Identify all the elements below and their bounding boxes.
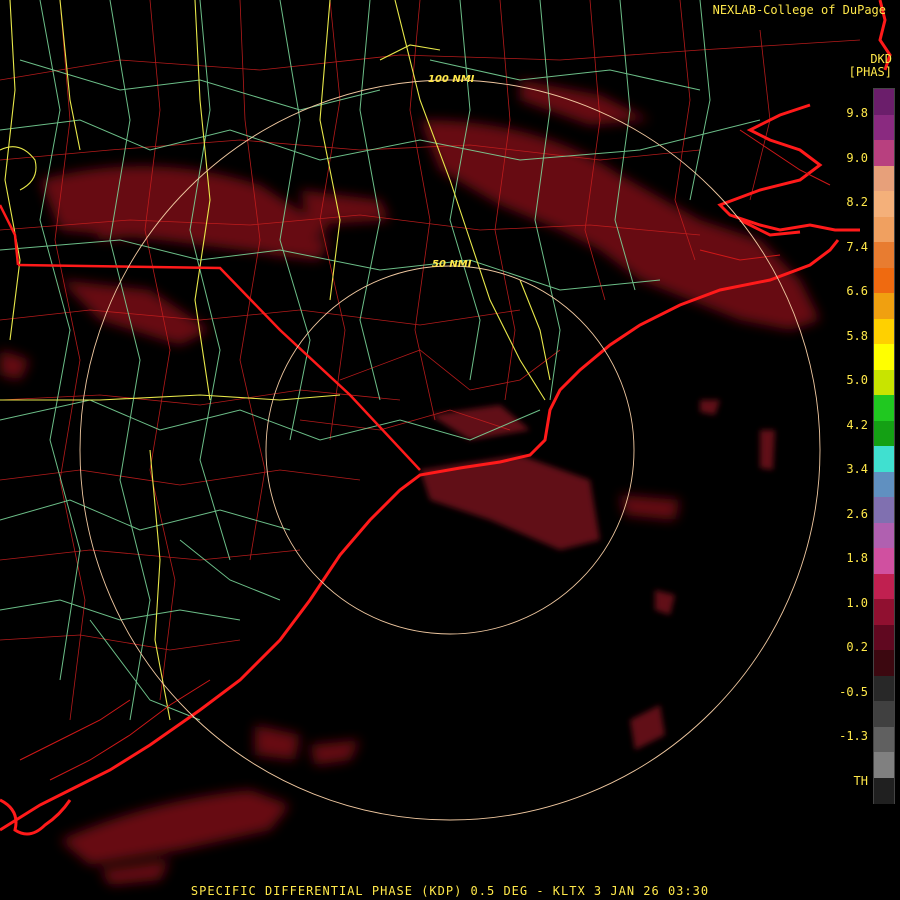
color-scale-label: 3.4	[846, 462, 868, 476]
color-scale-segment	[874, 446, 894, 472]
product-label: DKD [PHAS]	[849, 53, 892, 79]
color-scale-segment	[874, 242, 894, 268]
color-scale-label: 7.4	[846, 239, 868, 254]
color-scale-segment	[874, 599, 894, 625]
color-scale-segment	[874, 471, 894, 498]
color-scale-segment	[874, 624, 894, 651]
color-scale-segment	[874, 395, 894, 421]
county-lines	[0, 0, 861, 721]
color-scale-segment	[874, 216, 894, 243]
state-boundary-west	[0, 204, 20, 266]
color-scale-segment	[874, 522, 894, 549]
color-scale-label: 2.6	[846, 506, 868, 521]
color-scale-label: 5.8	[846, 328, 868, 343]
color-scale-label: -1.3	[839, 729, 868, 743]
range-ring-50	[265, 265, 635, 635]
color-scale-bar	[873, 88, 895, 804]
color-scale-label: 9.8	[846, 106, 868, 120]
major-highways	[0, 0, 551, 721]
color-scale-label: 9.0	[846, 150, 868, 165]
color-scale-segment	[874, 344, 894, 370]
color-scale-segment	[874, 267, 894, 294]
color-scale-segment	[874, 293, 894, 319]
color-scale-segment	[874, 777, 894, 804]
color-scale-segment	[874, 497, 894, 523]
color-scale-segment	[874, 726, 894, 753]
color-scale-label: 6.6	[846, 284, 868, 298]
color-scale-label: 0.2	[846, 640, 868, 654]
credit-text: NEXLAB-College of DuPage	[712, 3, 886, 17]
range-ring-label-50: 50 NMI	[432, 259, 472, 270]
color-scale-segment	[874, 701, 894, 727]
color-scale-label: 1.0	[846, 595, 868, 610]
product-units: [PHAS]	[848, 65, 892, 79]
color-scale-segment	[874, 318, 894, 345]
color-scale-segment	[874, 191, 894, 217]
color-scale-segment	[874, 165, 894, 192]
color-scale-label: 4.2	[846, 417, 868, 432]
color-scale-segment	[874, 369, 894, 396]
color-scale-segment	[874, 114, 894, 141]
color-scale-segment	[874, 89, 894, 115]
color-scale-label: 5.0	[846, 373, 868, 387]
color-scale-segment	[874, 675, 894, 702]
minor-highways	[0, 0, 761, 721]
radar-map[interactable]: 100 NMI 50 NMI	[0, 0, 900, 900]
color-scale-segment	[874, 752, 894, 778]
color-scale-segment	[874, 548, 894, 574]
range-ring-label-100: 100 NMI	[428, 74, 475, 85]
color-scale-segment	[874, 140, 894, 166]
product-footer: SPECIFIC DIFFERENTIAL PHASE (KDP) 0.5 DE…	[190, 884, 710, 898]
radar-speckle	[420, 400, 775, 750]
color-scale-segment	[874, 573, 894, 600]
color-scale-label: 8.2	[846, 195, 868, 209]
color-scale-segment	[874, 420, 894, 447]
color-scale-label: 1.8	[846, 551, 868, 565]
color-scale-label: TH	[853, 773, 868, 788]
color-scale-segment	[874, 650, 894, 676]
color-scale-label: -0.5	[839, 684, 868, 699]
